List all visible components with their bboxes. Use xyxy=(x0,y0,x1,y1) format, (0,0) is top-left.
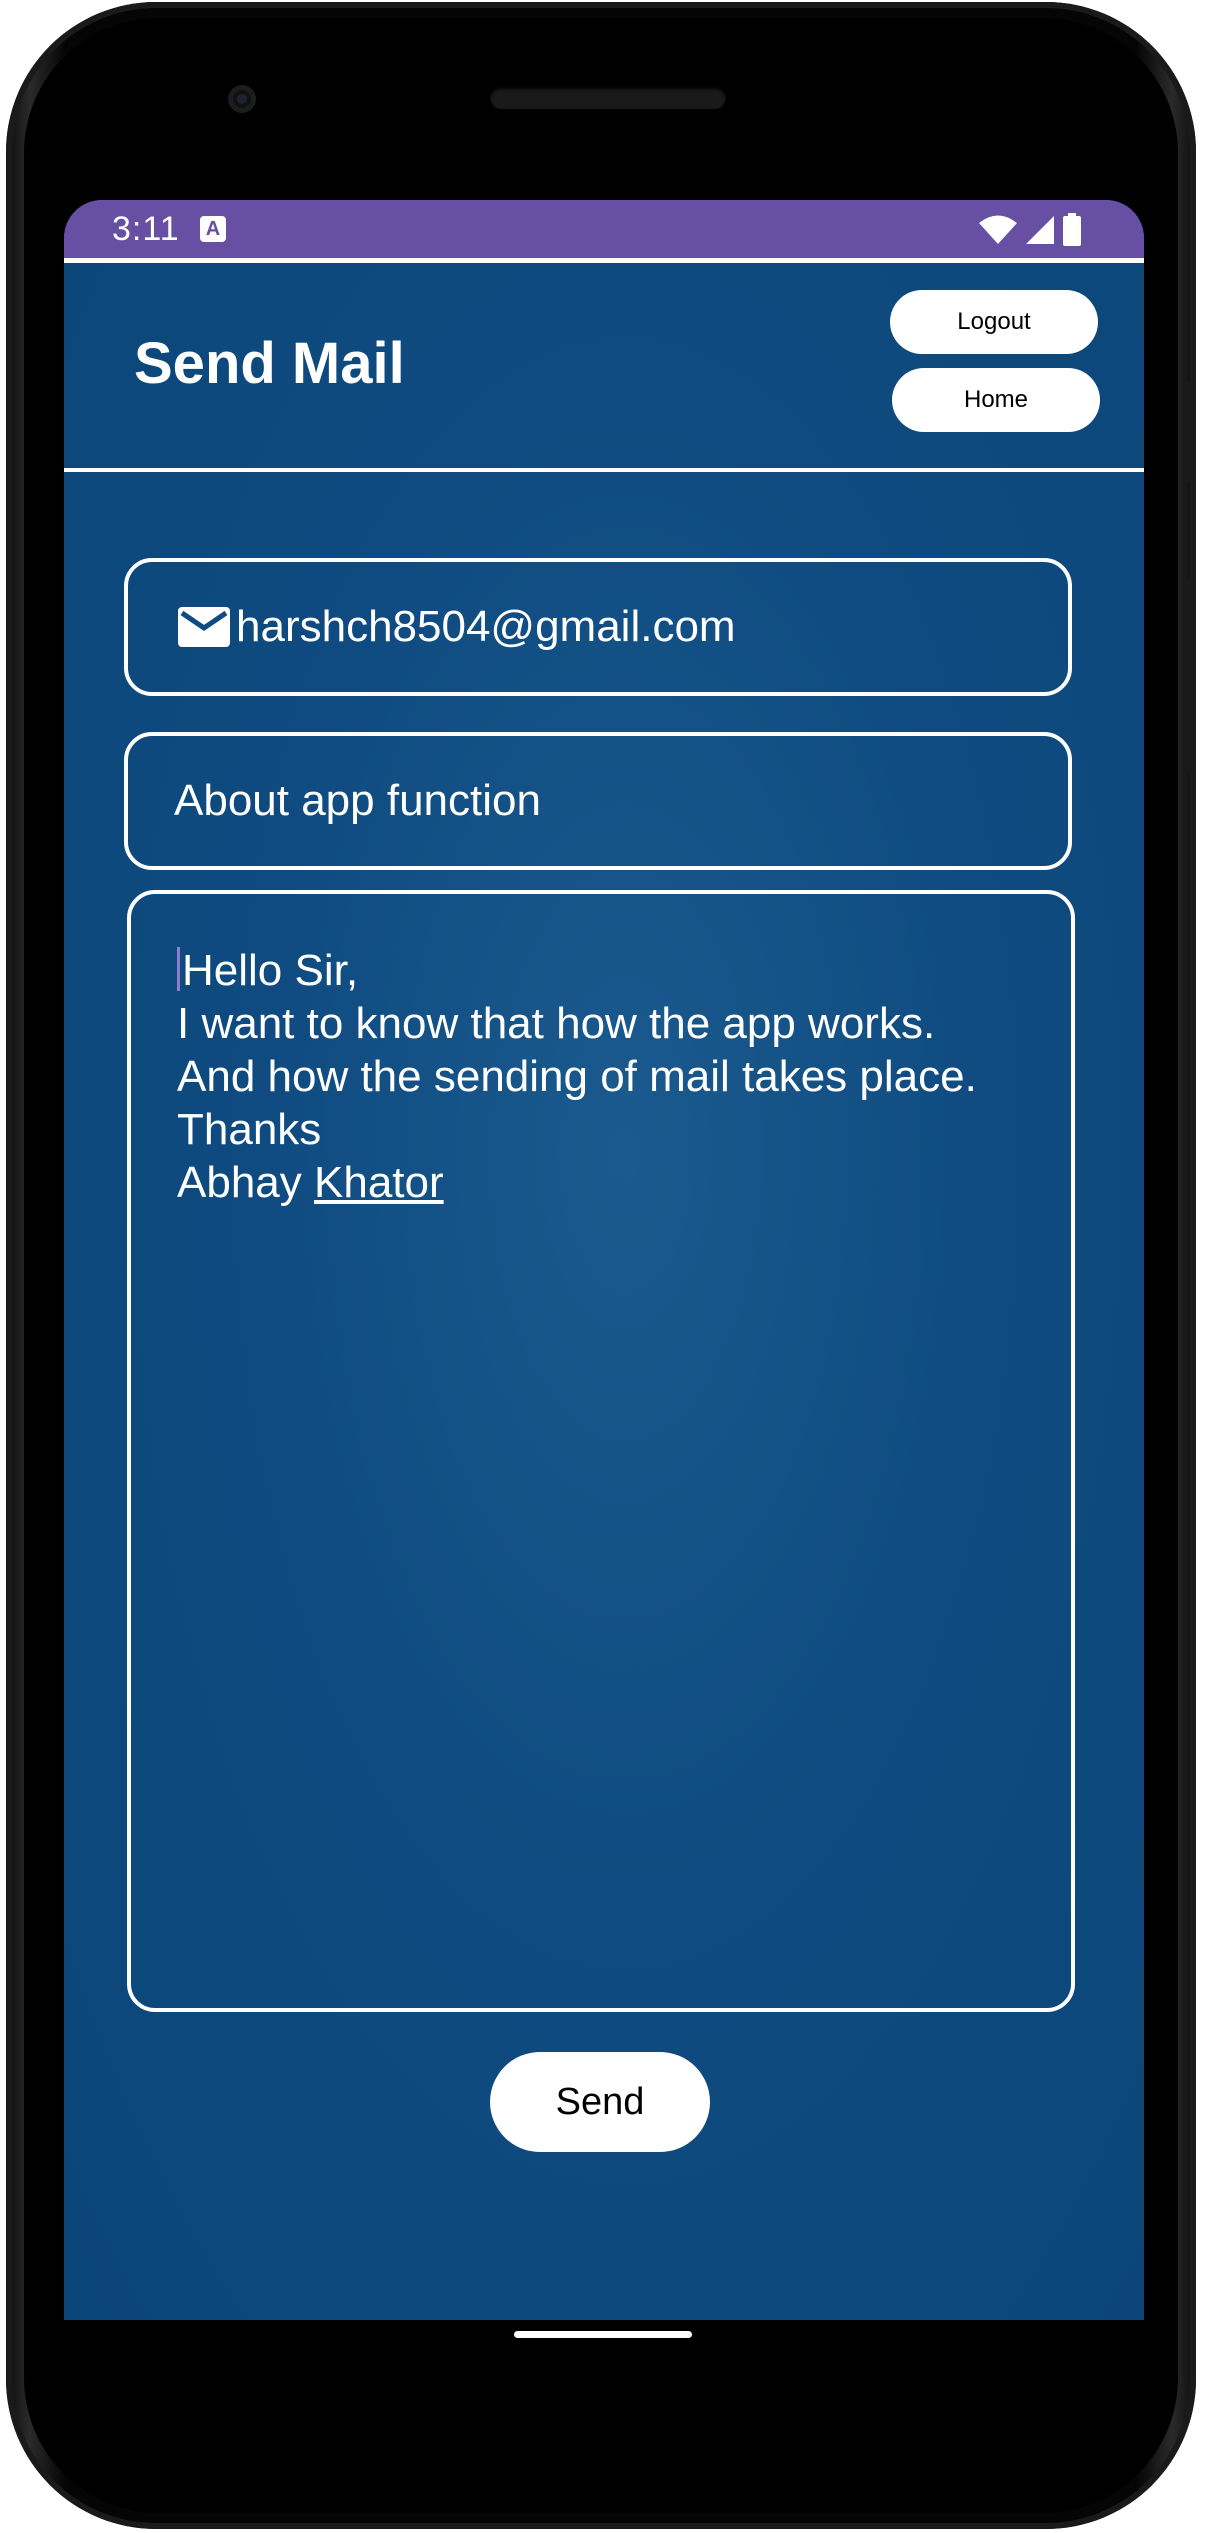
earpiece-speaker xyxy=(490,87,726,109)
subject-field[interactable]: About app function xyxy=(124,732,1072,870)
email-value: harshch8504@gmail.com xyxy=(236,602,736,651)
mail-icon xyxy=(178,607,230,647)
power-button xyxy=(1186,382,1196,482)
body-line: And how the sending of mail takes place. xyxy=(177,1052,977,1101)
notification-a-icon: A xyxy=(200,216,226,242)
status-divider xyxy=(64,258,1144,263)
signature-last-name: Khator xyxy=(314,1158,444,1207)
home-indicator[interactable] xyxy=(514,2331,692,2338)
body-line: Hello Sir, xyxy=(177,944,1037,997)
signature-first-name: Abhay xyxy=(177,1158,302,1207)
body-line: Thanks xyxy=(177,1105,322,1154)
logout-button[interactable]: Logout xyxy=(890,290,1098,354)
battery-icon xyxy=(1063,213,1081,246)
body-line: I want to know that how the app works. xyxy=(177,999,936,1048)
page-title: Send Mail xyxy=(134,331,405,396)
text-cursor xyxy=(177,947,180,991)
send-button[interactable]: Send xyxy=(490,2052,710,2152)
body-line-text: Hello Sir, xyxy=(182,946,359,995)
signal-icon xyxy=(1026,216,1054,244)
wifi-icon xyxy=(979,215,1017,244)
body-line-signature: Abhay Khator xyxy=(177,1156,1037,1209)
app-screen: 3:11 A Send Mail Logout Home harshch8504… xyxy=(64,200,1144,2320)
subject-value: About app function xyxy=(174,776,541,825)
volume-button xyxy=(1186,577,1196,772)
message-body-text: Hello Sir, I want to know that how the a… xyxy=(177,944,1037,1209)
home-button[interactable]: Home xyxy=(892,368,1100,432)
status-icons xyxy=(978,212,1082,248)
header-divider xyxy=(64,468,1144,472)
phone-frame: 3:11 A Send Mail Logout Home harshch8504… xyxy=(6,2,1196,2529)
status-bar: 3:11 A xyxy=(64,200,1144,258)
status-time: 3:11 xyxy=(112,210,180,248)
email-field[interactable]: harshch8504@gmail.com xyxy=(124,558,1072,696)
message-body-field[interactable]: Hello Sir, I want to know that how the a… xyxy=(127,890,1075,2012)
front-camera xyxy=(228,85,256,113)
